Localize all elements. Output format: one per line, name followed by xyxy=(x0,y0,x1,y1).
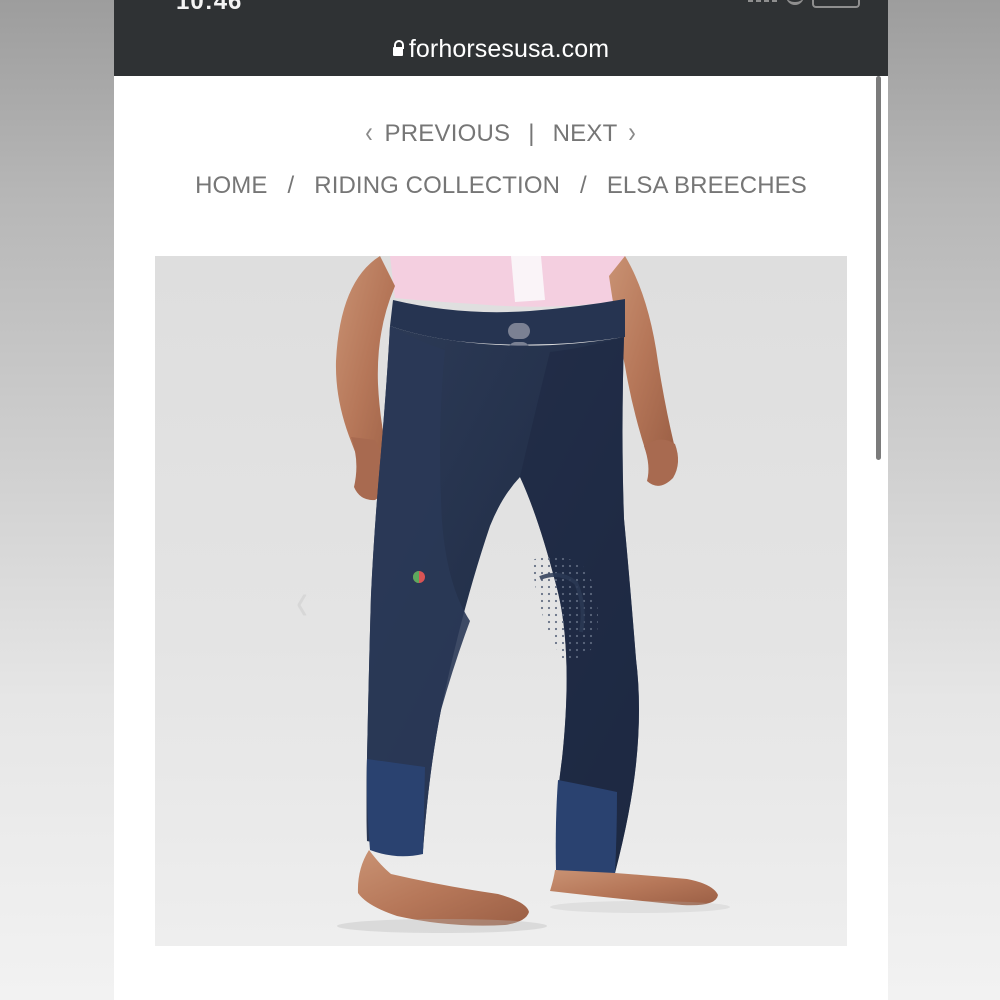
status-icons-fragment xyxy=(748,0,860,8)
cellular-signal-icon xyxy=(748,0,778,2)
breadcrumb-separator: / xyxy=(580,172,587,199)
breadcrumb: HOME / RIDING COLLECTION / ELSA BREECHES xyxy=(114,172,888,200)
mobile-browser-screen: 10:46 forhorsesusa.com ‹ PREVIOUS | NEXT… xyxy=(114,0,888,1000)
gallery-prev-icon[interactable]: ‹ xyxy=(291,574,313,628)
previous-label: PREVIOUS xyxy=(384,120,511,147)
browser-address-bar: 10:46 forhorsesusa.com xyxy=(114,0,888,76)
next-product-link[interactable]: NEXT › xyxy=(552,116,638,149)
left-screen-backdrop xyxy=(0,0,114,1000)
url-text: forhorsesusa.com xyxy=(408,35,610,63)
status-time-fragment: 10:46 xyxy=(176,0,243,15)
pager-divider: | xyxy=(528,120,535,147)
lock-icon xyxy=(392,40,404,57)
previous-product-link[interactable]: ‹ PREVIOUS xyxy=(364,116,511,149)
chevron-right-icon: › xyxy=(628,116,637,149)
right-screen-backdrop xyxy=(886,0,1000,1000)
battery-icon xyxy=(812,0,860,8)
breadcrumb-riding-collection[interactable]: RIDING COLLECTION xyxy=(314,172,560,200)
url-display[interactable]: forhorsesusa.com xyxy=(114,34,888,64)
next-label: NEXT xyxy=(552,120,618,147)
breadcrumb-current-product: ELSA BREECHES xyxy=(606,172,807,199)
chevron-left-icon: ‹ xyxy=(365,116,374,149)
product-photo-breeches xyxy=(155,256,847,946)
wifi-icon xyxy=(786,0,804,5)
breadcrumb-home[interactable]: HOME xyxy=(195,172,267,200)
product-image-frame[interactable] xyxy=(155,256,847,946)
product-pager: ‹ PREVIOUS | NEXT › xyxy=(114,116,888,149)
breadcrumb-separator: / xyxy=(287,172,295,199)
